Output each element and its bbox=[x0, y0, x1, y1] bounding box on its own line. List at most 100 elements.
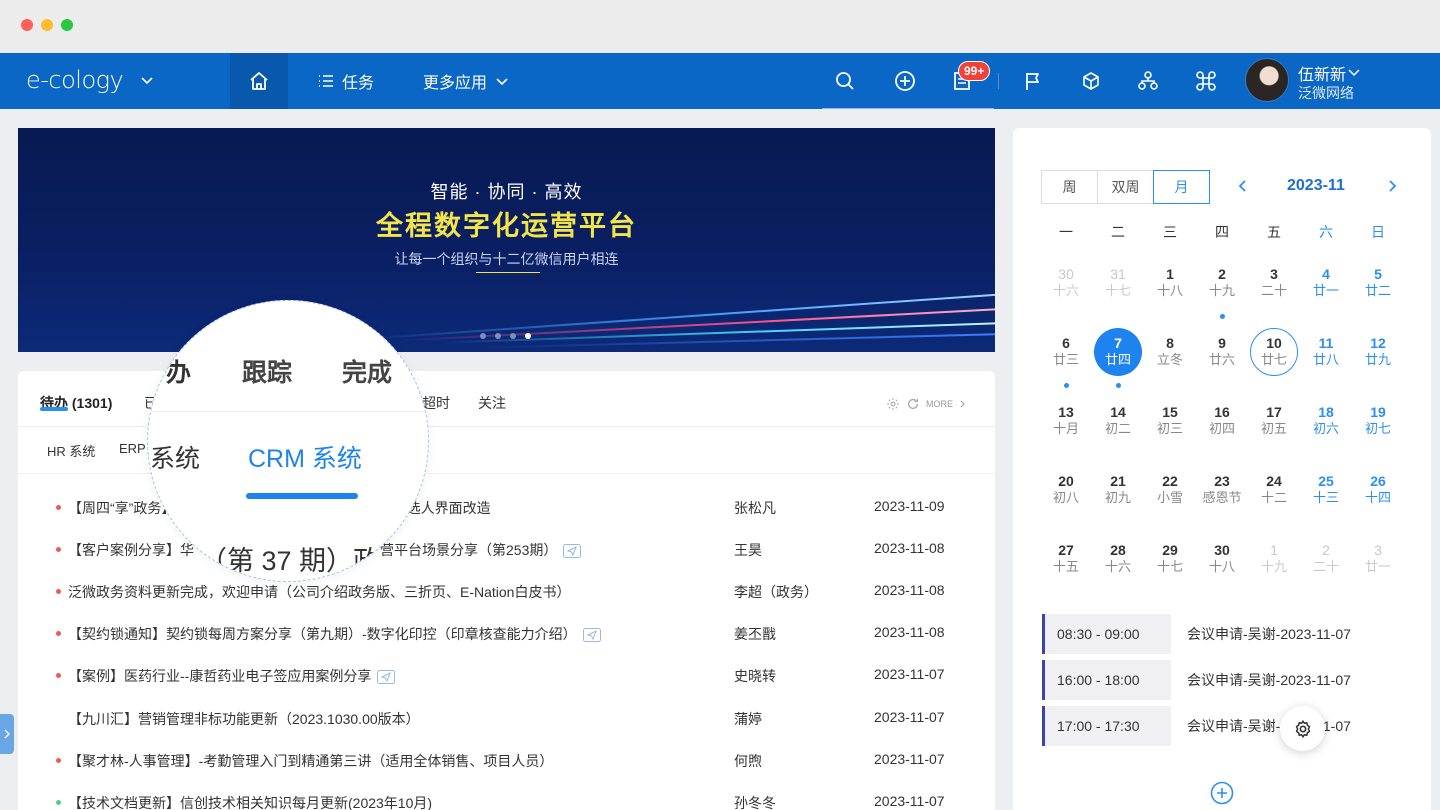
calendar-day[interactable]: 9 廿六 bbox=[1196, 325, 1248, 377]
todo-title[interactable]: 【客户案例分享】华 营平台场景分享（第253期） bbox=[68, 540, 582, 560]
calendar-day[interactable]: 24 十二 bbox=[1248, 463, 1300, 515]
send-icon bbox=[582, 628, 601, 642]
add-circle-icon[interactable] bbox=[892, 68, 918, 94]
calendar-day[interactable]: 30 十八 bbox=[1196, 532, 1248, 584]
todo-title[interactable]: 【九川汇】营销管理非标功能更新（2023.1030.00版本） bbox=[68, 709, 420, 729]
todo-row[interactable]: 【聚才林-人事管理】-考勤管理入门到精通第三讲（适用全体销售、项目人员） 何煦 … bbox=[18, 739, 995, 781]
carousel-dot[interactable] bbox=[480, 333, 486, 339]
search-icon[interactable] bbox=[832, 68, 858, 94]
calendar-day[interactable]: 4 廿一 bbox=[1300, 256, 1352, 308]
day-number: 30 bbox=[1058, 266, 1074, 282]
chevron-right-icon[interactable] bbox=[1385, 179, 1399, 193]
calendar-day[interactable]: 31 十七 bbox=[1092, 256, 1144, 308]
nav-more-apps-button[interactable]: 更多应用 bbox=[423, 53, 509, 109]
subtab-hr-system[interactable]: HR 系统 bbox=[47, 441, 95, 460]
more-link[interactable]: MORE bbox=[926, 399, 953, 409]
brand-logo[interactable]: e-cology bbox=[26, 66, 124, 94]
carousel-dot[interactable] bbox=[510, 333, 516, 339]
settings-icon[interactable] bbox=[886, 397, 900, 411]
calendar-day[interactable]: 26 十四 bbox=[1352, 463, 1404, 515]
add-event-icon[interactable] bbox=[1210, 781, 1234, 805]
minimize-window-button[interactable] bbox=[41, 19, 53, 31]
calendar-day[interactable]: 7 廿四 bbox=[1092, 325, 1144, 388]
calendar-day[interactable]: 2 二十 bbox=[1300, 532, 1352, 584]
lunar-date: 廿八 bbox=[1312, 352, 1339, 367]
weekday-header: 四 bbox=[1215, 224, 1229, 240]
calendar-day[interactable]: 16 初四 bbox=[1196, 394, 1248, 446]
schedule-event[interactable]: 16:00 - 18:00 会议申请-吴谢-2023-11-07 bbox=[1042, 660, 1402, 700]
calendar-day[interactable]: 20 初八 bbox=[1040, 463, 1092, 515]
chevron-right-icon[interactable] bbox=[959, 400, 967, 408]
flag-icon[interactable] bbox=[1020, 68, 1046, 94]
nav-task-button[interactable]: 任务 bbox=[318, 53, 374, 109]
calendar-day[interactable]: 6 廿三 bbox=[1040, 325, 1092, 388]
calendar-day[interactable]: 5 廿二 bbox=[1352, 256, 1404, 308]
subtab-erp-system[interactable]: ERP bbox=[119, 441, 146, 456]
calendar-day[interactable]: 13 十月 bbox=[1040, 394, 1092, 446]
todo-title[interactable]: 【契约锁通知】契约锁每周方案分享（第九期）-数字化印控（印章核查能力介绍） bbox=[68, 624, 601, 644]
schedule-event[interactable]: 08:30 - 09:00 会议申请-吴谢-2023-11-07 bbox=[1042, 614, 1402, 654]
maximize-window-button[interactable] bbox=[61, 19, 73, 31]
chevron-down-icon[interactable] bbox=[1347, 65, 1361, 79]
user-avatar[interactable] bbox=[1245, 58, 1289, 102]
chevron-left-icon[interactable] bbox=[1236, 179, 1250, 193]
todo-row[interactable]: 【契约锁通知】契约锁每周方案分享（第九期）-数字化印控（印章核查能力介绍） 姜丕… bbox=[18, 612, 995, 654]
lunar-date: 立冬 bbox=[1156, 352, 1183, 367]
calendar-day[interactable]: 17 初五 bbox=[1248, 394, 1300, 446]
calendar-day[interactable]: 28 十六 bbox=[1092, 532, 1144, 584]
calendar-day[interactable]: 3 廿一 bbox=[1352, 532, 1404, 584]
calendar-day[interactable]: 22 小雪 bbox=[1144, 463, 1196, 515]
todo-row[interactable]: 泛微政务资料更新完成，欢迎申请（公司介绍政务版、三折页、E-Nation白皮书）… bbox=[18, 570, 995, 612]
calendar-day[interactable]: 11 廿八 bbox=[1300, 325, 1352, 377]
calendar-day[interactable]: 2 十九 bbox=[1196, 256, 1248, 319]
calendar-day[interactable]: 14 初二 bbox=[1092, 394, 1144, 446]
calendar-day[interactable]: 27 十五 bbox=[1040, 532, 1092, 584]
calendar-day[interactable]: 1 十九 bbox=[1248, 532, 1300, 584]
todo-title[interactable]: 【技术文档更新】信创技术相关知识每月更新(2023年10月) bbox=[68, 793, 432, 810]
todo-row[interactable]: 【案例】医药行业--康哲药业电子签应用案例分享 史晓转 2023-11-07 bbox=[18, 654, 995, 696]
nav-home-button[interactable] bbox=[230, 53, 288, 109]
schedule-event[interactable]: 17:00 - 17:30 会议申请-吴谢-2023-11-07 bbox=[1042, 706, 1402, 746]
cube-icon[interactable] bbox=[1078, 68, 1104, 94]
todo-title[interactable]: 【聚才林-人事管理】-考勤管理入门到精通第三讲（适用全体销售、项目人员） bbox=[68, 751, 553, 771]
todo-title[interactable]: 【周四“享”政务】 (E10）、选人界面改造 bbox=[68, 498, 491, 518]
org-chart-icon[interactable] bbox=[1135, 68, 1161, 94]
view-week-button[interactable]: 周 bbox=[1041, 170, 1098, 204]
view-biweek-button[interactable]: 双周 bbox=[1097, 170, 1154, 204]
calendar-day[interactable]: 18 初六 bbox=[1300, 394, 1352, 446]
todo-row[interactable]: 【技术文档更新】信创技术相关知识每月更新(2023年10月) 孙冬冬 2023-… bbox=[18, 781, 995, 810]
calendar-day[interactable]: 15 初三 bbox=[1144, 394, 1196, 446]
calendar-day[interactable]: 8 立冬 bbox=[1144, 325, 1196, 377]
refresh-icon[interactable] bbox=[906, 397, 920, 411]
carousel-dot-active[interactable] bbox=[525, 333, 531, 339]
day-number: 31 bbox=[1110, 266, 1126, 282]
settings-fab[interactable] bbox=[1280, 706, 1325, 751]
sidebar-toggle[interactable] bbox=[0, 714, 14, 754]
calendar-day[interactable]: 3 二十 bbox=[1248, 256, 1300, 308]
todo-title[interactable]: 泛微政务资料更新完成，欢迎申请（公司介绍政务版、三折页、E-Nation白皮书） bbox=[68, 582, 570, 602]
view-month-button[interactable]: 月 bbox=[1153, 170, 1210, 204]
calendar-day[interactable]: 23 感恩节 bbox=[1196, 463, 1248, 515]
todo-row[interactable]: 【九川汇】营销管理非标功能更新（2023.1030.00版本） 蒲婷 2023-… bbox=[18, 697, 995, 739]
todo-row[interactable]: 【客户案例分享】华 营平台场景分享（第253期） 王昊 2023-11-08 bbox=[18, 528, 995, 570]
tab-overdue[interactable]: 超时 bbox=[422, 393, 450, 413]
calendar-day[interactable]: 30 十六 bbox=[1040, 256, 1092, 308]
calendar-day[interactable]: 29 十七 bbox=[1144, 532, 1196, 584]
calendar-day[interactable]: 25 十三 bbox=[1300, 463, 1352, 515]
calendar-day[interactable]: 10 廿七 bbox=[1248, 325, 1300, 377]
user-name[interactable]: 伍新新 bbox=[1298, 61, 1346, 85]
calendar-day[interactable]: 19 初七 bbox=[1352, 394, 1404, 446]
calendar-day[interactable]: 12 廿九 bbox=[1352, 325, 1404, 377]
event-dot bbox=[1220, 314, 1225, 319]
promo-banner[interactable]: 智能 · 协同 · 高效 全程数字化运营平台 让每一个组织与十二亿微信用户相连 bbox=[18, 128, 995, 352]
search-underline bbox=[822, 108, 994, 109]
lunar-date: 初六 bbox=[1312, 421, 1339, 436]
carousel-dot[interactable] bbox=[495, 333, 501, 339]
tab-follow[interactable]: 关注 bbox=[478, 393, 506, 413]
calendar-day[interactable]: 1 十八 bbox=[1144, 256, 1196, 308]
command-icon[interactable] bbox=[1193, 68, 1219, 94]
calendar-day[interactable]: 21 初九 bbox=[1092, 463, 1144, 515]
close-window-button[interactable] bbox=[21, 19, 33, 31]
todo-title[interactable]: 【案例】医药行业--康哲药业电子签应用案例分享 bbox=[68, 666, 396, 686]
chevron-down-icon[interactable] bbox=[140, 73, 154, 87]
